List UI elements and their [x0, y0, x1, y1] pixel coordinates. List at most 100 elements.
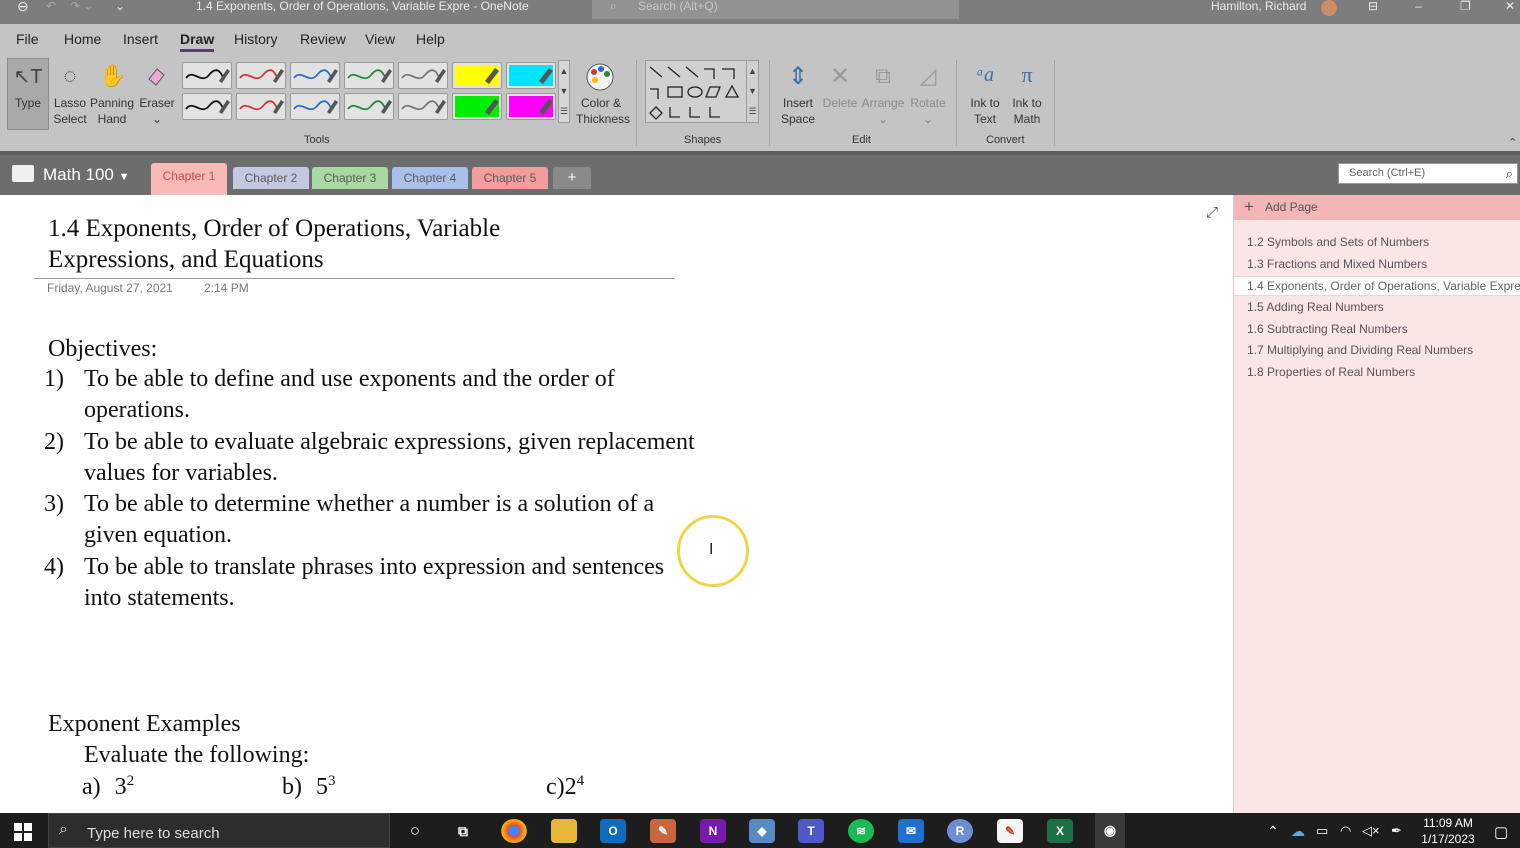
palette-icon[interactable] — [583, 60, 617, 94]
pen-swatch[interactable] — [290, 93, 340, 120]
ink-to-text-button[interactable]: Ink to Text — [964, 95, 1006, 127]
windows-start-icon[interactable] — [14, 823, 32, 841]
lasso-select-button[interactable]: Lasso Select — [48, 95, 92, 127]
user-name[interactable]: Hamilton, Richard — [1211, 0, 1306, 13]
pen-swatch[interactable] — [506, 93, 556, 120]
onedrive-icon[interactable]: ☁ — [1291, 823, 1305, 840]
pen-swatch[interactable] — [452, 62, 502, 89]
page-title[interactable]: 1.4 Exponents, Order of Operations, Vari… — [48, 215, 500, 274]
section-tab-5[interactable]: Chapter 5 — [472, 167, 548, 189]
close-icon[interactable]: ✕ — [1505, 0, 1515, 13]
restore-icon[interactable]: ❐ — [1460, 0, 1471, 13]
undo-icon[interactable]: ↶ — [46, 0, 56, 13]
pen-swatch[interactable] — [452, 93, 502, 120]
menu-review[interactable]: Review — [300, 31, 346, 47]
screen-recorder-icon[interactable]: ◉ — [1095, 813, 1125, 848]
cortana-icon[interactable]: ○ — [402, 819, 428, 843]
page-list-item[interactable]: 1.7 Multiplying and Dividing Real Number… — [1247, 343, 1473, 357]
notifications-icon[interactable]: ▢ — [1494, 823, 1508, 841]
exponent-example[interactable]: b) 53 — [282, 773, 336, 801]
page-list-item[interactable]: 1.2 Symbols and Sets of Numbers — [1247, 235, 1429, 249]
eraser-button[interactable]: Eraser ⌄ — [138, 95, 176, 127]
quick-access-customize-icon[interactable]: ⌄ — [115, 0, 125, 13]
section-tab-3[interactable]: Chapter 3 — [312, 167, 388, 189]
pen-swatch[interactable] — [182, 62, 232, 89]
search-box[interactable]: ⌕ Search (Alt+Q) — [592, 0, 959, 19]
exponent-example[interactable]: c)24 — [546, 773, 584, 801]
shapes-gallery[interactable]: ▲ ▼ ☰ — [645, 60, 759, 123]
objective-text[interactable]: To be able to define and use exponents a… — [84, 366, 615, 393]
task-view-icon[interactable]: ⧉ — [450, 819, 476, 843]
excel-icon[interactable]: X — [1047, 819, 1073, 843]
objective-number[interactable]: 4) — [44, 554, 64, 581]
objective-number[interactable]: 3) — [44, 491, 64, 518]
paint-icon[interactable]: ✎ — [650, 819, 676, 843]
page-list-item[interactable]: 1.4 Exponents, Order of Operations, Vari… — [1234, 276, 1520, 296]
onenote-icon[interactable]: N — [700, 819, 726, 843]
app-icon[interactable]: ◆ — [749, 819, 775, 843]
ink-to-math-button[interactable]: Ink to Math — [1006, 95, 1048, 127]
pen-swatch[interactable] — [506, 62, 556, 89]
menu-draw[interactable]: Draw — [180, 31, 215, 52]
pen-swatch[interactable] — [182, 93, 232, 120]
eraser-icon[interactable] — [142, 62, 170, 90]
taskbar-search-input[interactable]: ⌕ Type here to search — [48, 813, 390, 848]
objective-number[interactable]: 1) — [44, 366, 64, 393]
pen-swatch[interactable] — [236, 62, 286, 89]
profile-icon[interactable]: R — [947, 819, 973, 843]
pen-swatch[interactable] — [344, 93, 394, 120]
teams-icon[interactable]: T — [798, 819, 824, 843]
mail-icon[interactable]: ✉ — [898, 819, 924, 843]
ink-to-math-icon[interactable]: π — [1010, 58, 1044, 92]
battery-icon[interactable]: ▭ — [1316, 823, 1328, 839]
avatar[interactable] — [1321, 0, 1337, 16]
arrange-button[interactable]: Arrange ⌄ — [858, 95, 908, 127]
page-list-item[interactable]: 1.8 Properties of Real Numbers — [1247, 365, 1415, 379]
file-explorer-icon[interactable] — [551, 819, 577, 843]
pen-swatch[interactable] — [236, 93, 286, 120]
pen-gallery-scroll[interactable]: ▲ ▼ ☰ — [558, 60, 570, 123]
exponent-example[interactable]: a) 32 — [82, 773, 134, 801]
add-section-button[interactable]: + — [553, 167, 591, 189]
redo-icon[interactable]: ↷ ⌄ — [70, 0, 93, 13]
menu-home[interactable]: Home — [64, 31, 101, 47]
objective-text[interactable]: To be able to translate phrases into exp… — [84, 554, 664, 581]
tray-chevron-icon[interactable]: ⌃ — [1267, 823, 1279, 840]
page-list-item[interactable]: 1.6 Subtracting Real Numbers — [1247, 322, 1408, 336]
document-icon[interactable]: ✎ — [997, 819, 1023, 843]
add-page-bar[interactable]: + Add Page — [1234, 195, 1520, 220]
ribbon-display-icon[interactable]: ⊟ — [1368, 0, 1378, 13]
menu-view[interactable]: View — [365, 31, 395, 47]
chrome-icon[interactable] — [501, 819, 527, 843]
shapes-scroll[interactable]: ▲ ▼ ☰ — [746, 61, 758, 122]
page-list-item[interactable]: 1.3 Fractions and Mixed Numbers — [1247, 257, 1427, 271]
objectives-heading[interactable]: Objectives: — [48, 336, 157, 363]
ink-to-text-icon[interactable]: ᵃa — [968, 58, 1002, 92]
notebook-search-input[interactable]: Search (Ctrl+E) ⌕ — [1338, 163, 1518, 184]
volume-icon[interactable]: ◁× — [1362, 823, 1380, 839]
lasso-icon[interactable]: ◌ — [54, 60, 86, 92]
pen-swatch[interactable] — [398, 93, 448, 120]
pen-swatch[interactable] — [398, 62, 448, 89]
back-icon[interactable]: ⊖ — [17, 0, 29, 13]
examples-intro[interactable]: Evaluate the following: — [84, 742, 309, 769]
insert-space-button[interactable]: Insert Space — [776, 95, 820, 127]
collapse-ribbon-icon[interactable]: ⌃ — [1508, 136, 1517, 149]
section-tab-2[interactable]: Chapter 2 — [233, 167, 309, 189]
rotate-icon[interactable]: ◿ — [913, 60, 943, 92]
section-tab-4[interactable]: Chapter 4 — [392, 167, 468, 189]
arrange-icon[interactable]: ⧉ — [868, 60, 898, 92]
color-thickness-button[interactable]: Color & Thickness — [576, 95, 630, 127]
notebook-name[interactable]: Math 100 ▼ — [43, 165, 130, 185]
objective-text[interactable]: given equation. — [84, 522, 232, 549]
pen-swatch[interactable] — [344, 62, 394, 89]
objective-text[interactable]: into statements. — [84, 585, 235, 612]
menu-history[interactable]: History — [234, 31, 278, 47]
delete-icon[interactable]: ✕ — [825, 60, 855, 92]
menu-file[interactable]: File — [16, 31, 39, 47]
rotate-button[interactable]: Rotate ⌄ — [904, 95, 952, 127]
menu-help[interactable]: Help — [416, 31, 445, 47]
delete-button[interactable]: Delete — [819, 95, 861, 111]
menu-insert[interactable]: Insert — [123, 31, 158, 47]
minimize-icon[interactable]: – — [1415, 0, 1422, 13]
